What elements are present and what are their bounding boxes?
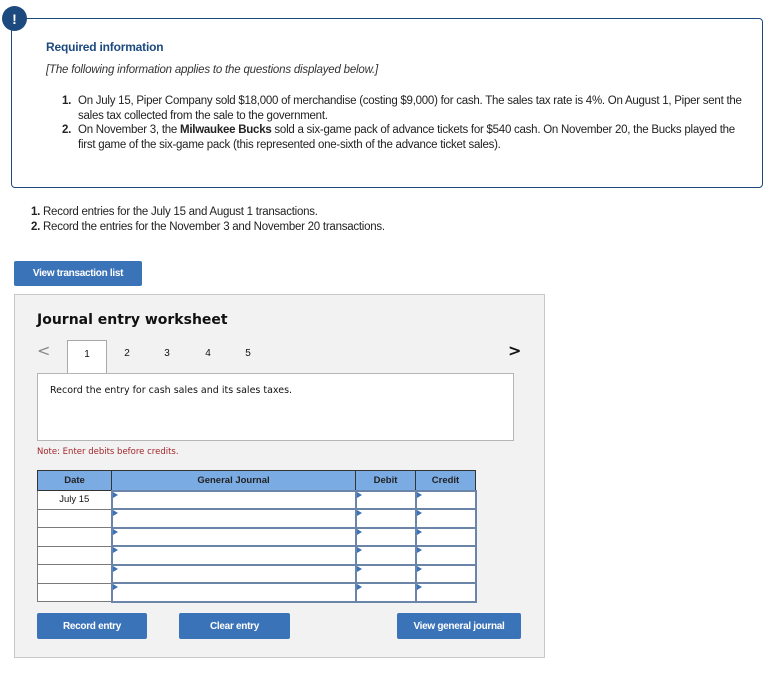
debit-input[interactable] [354,489,417,510]
header-debit: Debit [355,470,416,491]
date-cell[interactable] [37,508,112,528]
question-item: 2. Record the entries for the November 3… [31,220,385,235]
item-number: 1. [62,95,72,107]
debit-input[interactable] [354,508,417,529]
table-header-row: Date General Journal Debit Credit [37,470,476,491]
question-number: 1. [31,206,41,218]
question-text: Record entries for the July 15 and Augus… [43,206,318,218]
tab-1[interactable]: 1 [67,340,107,373]
worksheet-title: Journal entry worksheet [37,312,228,328]
table-row [37,508,477,529]
credit-input[interactable] [414,582,477,603]
credit-input[interactable] [414,489,477,510]
table-row [37,582,477,603]
tab-label: 4 [205,348,211,359]
debit-input[interactable] [354,526,417,547]
journal-entry-worksheet: Journal entry worksheet < 1 2 3 4 5 > Re… [14,294,545,658]
table-row: July 15 [37,489,477,510]
chevron-left-icon[interactable]: < [37,341,50,360]
debit-input[interactable] [354,582,417,603]
account-input[interactable] [110,582,357,603]
info-subtitle: [The following information applies to th… [46,64,379,76]
item-bold-text: Milwaukee Bucks [180,124,272,136]
credit-input[interactable] [414,563,477,584]
alert-icon: ! [2,6,27,31]
account-input[interactable] [110,489,357,510]
header-general-journal: General Journal [111,470,356,491]
tab-label: 3 [164,348,170,359]
entry-prompt-box: Record the entry for cash sales and its … [37,373,514,441]
entry-prompt: Record the entry for cash sales and its … [50,385,293,396]
table-row [37,526,477,547]
view-transaction-list-button[interactable]: View transaction list [14,261,142,286]
account-input[interactable] [110,545,357,566]
info-title: Required information [46,40,164,54]
question-number: 2. [31,220,41,233]
date-cell[interactable] [37,564,112,584]
table-row [37,545,477,566]
date-cell: July 15 [37,490,112,510]
debit-input[interactable] [354,545,417,566]
journal-table: Date General Journal Debit Credit July 1… [37,470,477,603]
item-text: On July 15, Piper Company sold $18,000 o… [78,95,742,122]
debit-credit-note: Note: Enter debits before credits. [37,447,179,457]
account-input[interactable] [110,508,357,529]
item-number: 2. [62,124,72,136]
header-date: Date [37,470,112,491]
tab-2[interactable]: 2 [107,340,147,373]
transaction-list: 1. On July 15, Piper Company sold $18,00… [62,94,752,152]
required-information-panel: 1. On July 15, Piper Company sold $18,00… [11,18,763,188]
question-list: 1. Record entries for the July 15 and Au… [31,205,385,234]
transaction-item: 1. On July 15, Piper Company sold $18,00… [62,94,752,123]
tab-label: 2 [124,348,130,359]
account-input[interactable] [110,526,357,547]
clear-entry-button[interactable]: Clear entry [179,613,290,639]
debit-input[interactable] [354,563,417,584]
item-text: On November 3, the [78,124,180,136]
credit-input[interactable] [414,508,477,529]
tab-5[interactable]: 5 [228,340,268,373]
credit-input[interactable] [414,545,477,566]
table-row [37,563,477,584]
question-item: 1. Record entries for the July 15 and Au… [31,205,385,220]
tab-label: 5 [245,348,251,359]
account-input[interactable] [110,563,357,584]
date-cell[interactable] [37,545,112,565]
transaction-item: 2. On November 3, the Milwaukee Bucks so… [62,123,752,152]
tab-label: 1 [84,349,90,360]
credit-input[interactable] [414,526,477,547]
tab-3[interactable]: 3 [147,340,187,373]
record-entry-button[interactable]: Record entry [37,613,147,639]
tab-4[interactable]: 4 [188,340,228,373]
chevron-right-icon[interactable]: > [508,341,521,360]
view-general-journal-button[interactable]: View general journal [397,613,521,639]
date-cell[interactable] [37,527,112,547]
question-text: Record the entries for the November 3 an… [43,220,385,233]
date-cell[interactable] [37,582,112,602]
header-credit: Credit [415,470,476,491]
